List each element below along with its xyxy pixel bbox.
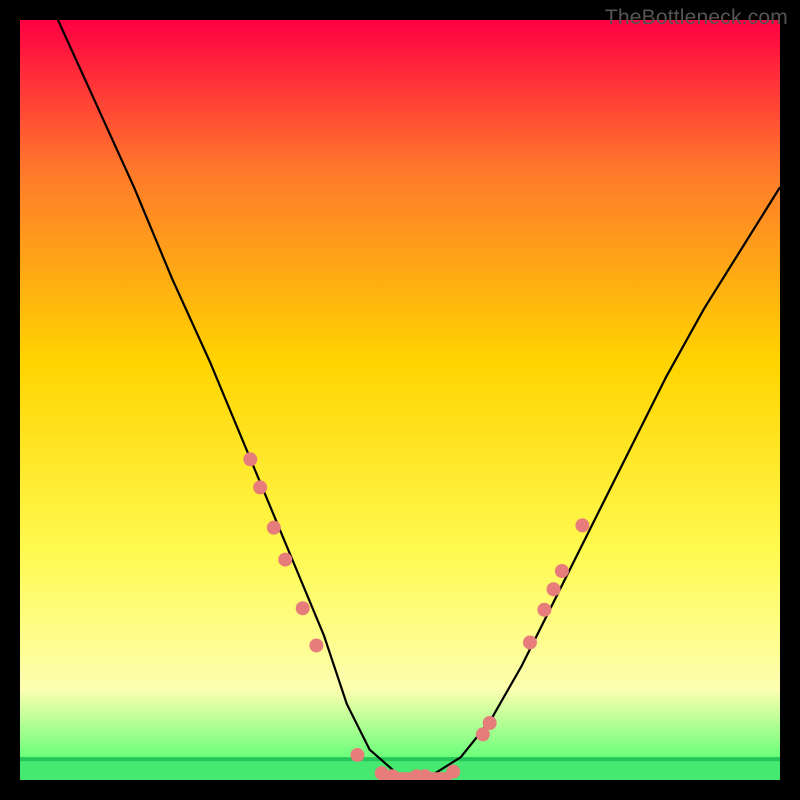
chart-container: TheBottleneck.com — [0, 0, 800, 800]
chart-svg — [0, 0, 800, 800]
watermark-text: TheBottleneck.com — [605, 6, 788, 30]
